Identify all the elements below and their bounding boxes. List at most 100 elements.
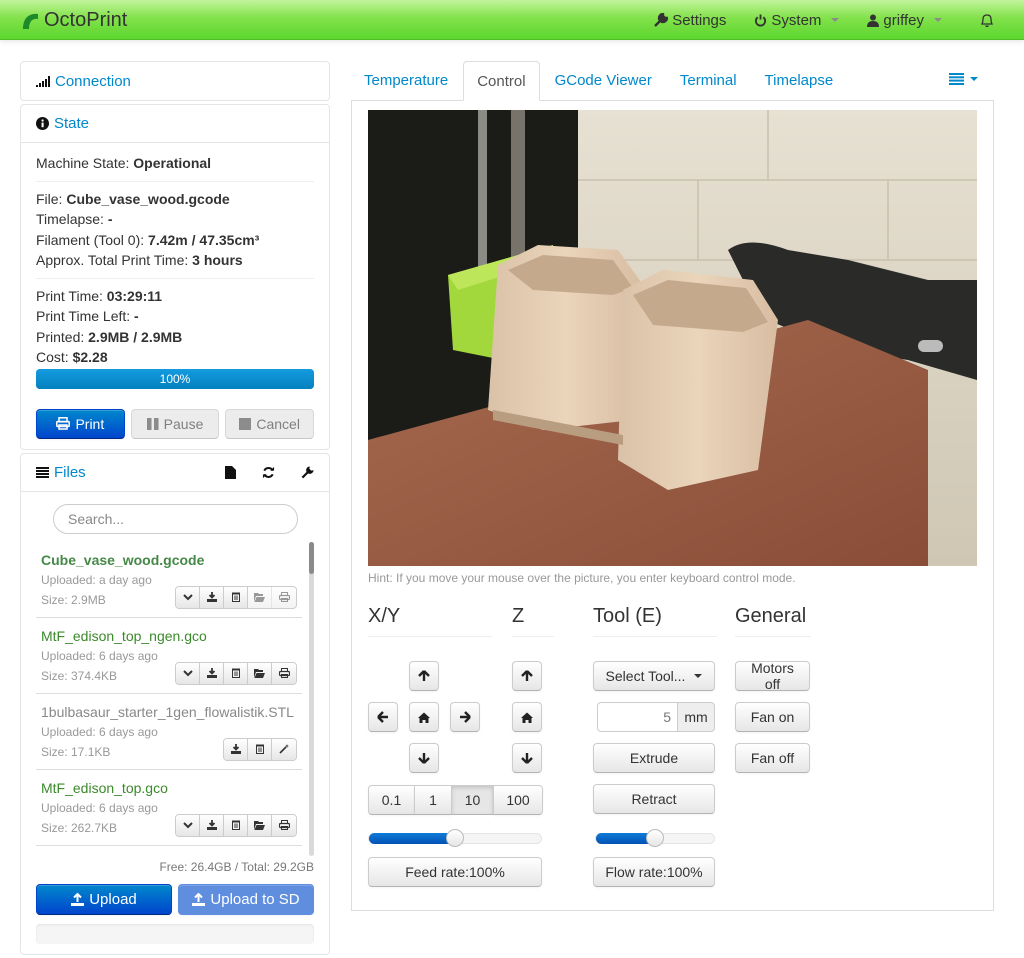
chevron-down-icon: [934, 18, 942, 22]
z-title: Z: [512, 605, 554, 637]
download-icon[interactable]: [224, 738, 248, 760]
trash-icon[interactable]: [224, 586, 248, 608]
file-label: File:: [36, 190, 67, 207]
flow-rate-handle[interactable]: [646, 829, 664, 847]
fan-on-button[interactable]: Fan on: [735, 702, 810, 732]
files-header: Files: [21, 454, 329, 492]
chevron-down-icon: [831, 18, 840, 22]
state-title: State: [54, 115, 90, 132]
tab-gcode-viewer[interactable]: GCode Viewer: [542, 61, 665, 100]
step-10-button[interactable]: 10: [451, 785, 494, 815]
fan-off-button[interactable]: Fan off: [735, 743, 810, 773]
printer-icon[interactable]: [272, 586, 296, 608]
motors-off-button[interactable]: Motors off: [735, 660, 810, 692]
arrow-up-icon: [521, 670, 533, 681]
jog-y-minus-button[interactable]: [409, 743, 439, 773]
system-menu[interactable]: System: [740, 0, 853, 40]
upload-label: Upload: [89, 890, 137, 908]
feed-rate-slider[interactable]: [368, 829, 542, 847]
time-left-info: Print Time Left: -: [36, 306, 314, 327]
chevron-down-icon[interactable]: [176, 586, 200, 608]
wrench-icon[interactable]: [301, 465, 314, 479]
arrow-down-icon: [418, 753, 430, 764]
filament-info: Filament (Tool 0): 7.42m / 47.35cm³: [36, 230, 314, 251]
chevron-down-icon[interactable]: [176, 662, 200, 684]
notifications-button[interactable]: [956, 0, 1024, 40]
home-z-button[interactable]: [512, 702, 542, 732]
printed-value: 2.9MB / 2.9MB: [88, 328, 183, 345]
file-list-item[interactable]: MtF_edison_top_ngen.gco Uploaded: 6 days…: [36, 618, 302, 694]
magic-wand-icon[interactable]: [272, 738, 296, 760]
file-search-input[interactable]: [53, 503, 298, 534]
home-xy-button[interactable]: [409, 702, 439, 732]
brand-link[interactable]: OctoPrint: [20, 6, 127, 34]
file-list-item[interactable]: Cube_vase_wood.gcode Uploaded: a day ago…: [36, 542, 302, 618]
sidebar: Connection State Machine State: Operatio…: [20, 61, 330, 958]
tool-title: Tool (E): [593, 605, 717, 637]
file-list-item[interactable]: 1bulbasaur_starter_1gen_flowalistik.STL …: [36, 694, 302, 770]
feed-rate-handle[interactable]: [446, 829, 464, 847]
upload-sd-button[interactable]: Upload to SD: [178, 883, 314, 915]
approx-time-label: Approx. Total Print Time:: [36, 252, 193, 268]
pause-button[interactable]: Pause: [130, 408, 220, 439]
approx-time-value: 3 hours: [192, 252, 243, 268]
printer-controls: X/Y Z Tool (E) General 0.1 1 10 100 Feed…: [368, 585, 977, 915]
cancel-button-label: Cancel: [256, 415, 300, 432]
tab-terminal[interactable]: Terminal: [667, 61, 750, 100]
machine-state: Machine State: Operational: [36, 153, 314, 174]
refresh-icon[interactable]: [262, 466, 275, 479]
cancel-button[interactable]: Cancel: [225, 408, 315, 439]
tab-overflow-menu[interactable]: [949, 73, 978, 85]
file-list-item[interactable]: MtF_edison_top.gco Uploaded: 6 days ago …: [36, 770, 302, 846]
tab-timelapse[interactable]: Timelapse: [752, 61, 847, 100]
download-icon[interactable]: [200, 586, 224, 608]
tab-temperature[interactable]: Temperature: [351, 61, 461, 100]
select-tool-dropdown[interactable]: Select Tool...: [593, 661, 715, 691]
chevron-down-icon: [970, 77, 978, 81]
printed-label: Printed:: [36, 328, 89, 345]
upload-icon: [192, 892, 206, 906]
file-icon[interactable]: [225, 465, 236, 479]
retract-button[interactable]: Retract: [593, 784, 715, 814]
jog-x-plus-button[interactable]: [450, 702, 480, 732]
file-list-scrollbar[interactable]: [309, 541, 314, 856]
tab-control[interactable]: Control: [463, 61, 540, 101]
flow-rate-button[interactable]: Flow rate:100%: [593, 857, 715, 887]
printer-icon[interactable]: [272, 662, 296, 684]
extrude-button[interactable]: Extrude: [593, 743, 715, 773]
pause-button-label: Pause: [163, 415, 204, 432]
extrude-amount-input[interactable]: [597, 702, 677, 732]
jog-x-minus-button[interactable]: [368, 702, 398, 732]
printer-icon[interactable]: [272, 814, 296, 836]
jog-z-minus-button[interactable]: [512, 743, 542, 773]
connection-header[interactable]: Connection: [21, 62, 329, 100]
download-icon[interactable]: [200, 814, 224, 836]
scrollbar-thumb[interactable]: [309, 541, 314, 574]
feed-rate-button[interactable]: Feed rate:100%: [368, 857, 542, 887]
user-menu[interactable]: griffey: [853, 0, 956, 40]
flow-rate-slider[interactable]: [595, 829, 715, 847]
chevron-down-icon[interactable]: [176, 814, 200, 836]
machine-state-value: Operational: [133, 155, 212, 171]
upload-button[interactable]: Upload: [36, 883, 172, 915]
print-progress-label: 100%: [159, 371, 191, 386]
download-icon[interactable]: [200, 662, 224, 684]
folder-open-icon[interactable]: [248, 586, 272, 608]
folder-open-icon[interactable]: [248, 662, 272, 684]
files-toggle[interactable]: Files: [36, 464, 86, 481]
folder-open-icon[interactable]: [248, 814, 272, 836]
trash-icon[interactable]: [248, 738, 272, 760]
webcam-stream[interactable]: [368, 110, 977, 566]
settings-menu[interactable]: Settings: [640, 0, 740, 40]
trash-icon[interactable]: [224, 662, 248, 684]
print-button[interactable]: Print: [36, 408, 125, 439]
step-100-button[interactable]: 100: [493, 785, 543, 815]
jog-y-plus-button[interactable]: [409, 661, 439, 691]
step-0.1-button[interactable]: 0.1: [368, 785, 415, 815]
state-header[interactable]: State: [21, 105, 329, 143]
printer-icon: [56, 417, 71, 430]
jog-z-plus-button[interactable]: [512, 661, 542, 691]
trash-icon[interactable]: [224, 814, 248, 836]
step-1-button[interactable]: 1: [414, 785, 452, 815]
file-value: Cube_vase_wood.gcode: [66, 190, 230, 207]
